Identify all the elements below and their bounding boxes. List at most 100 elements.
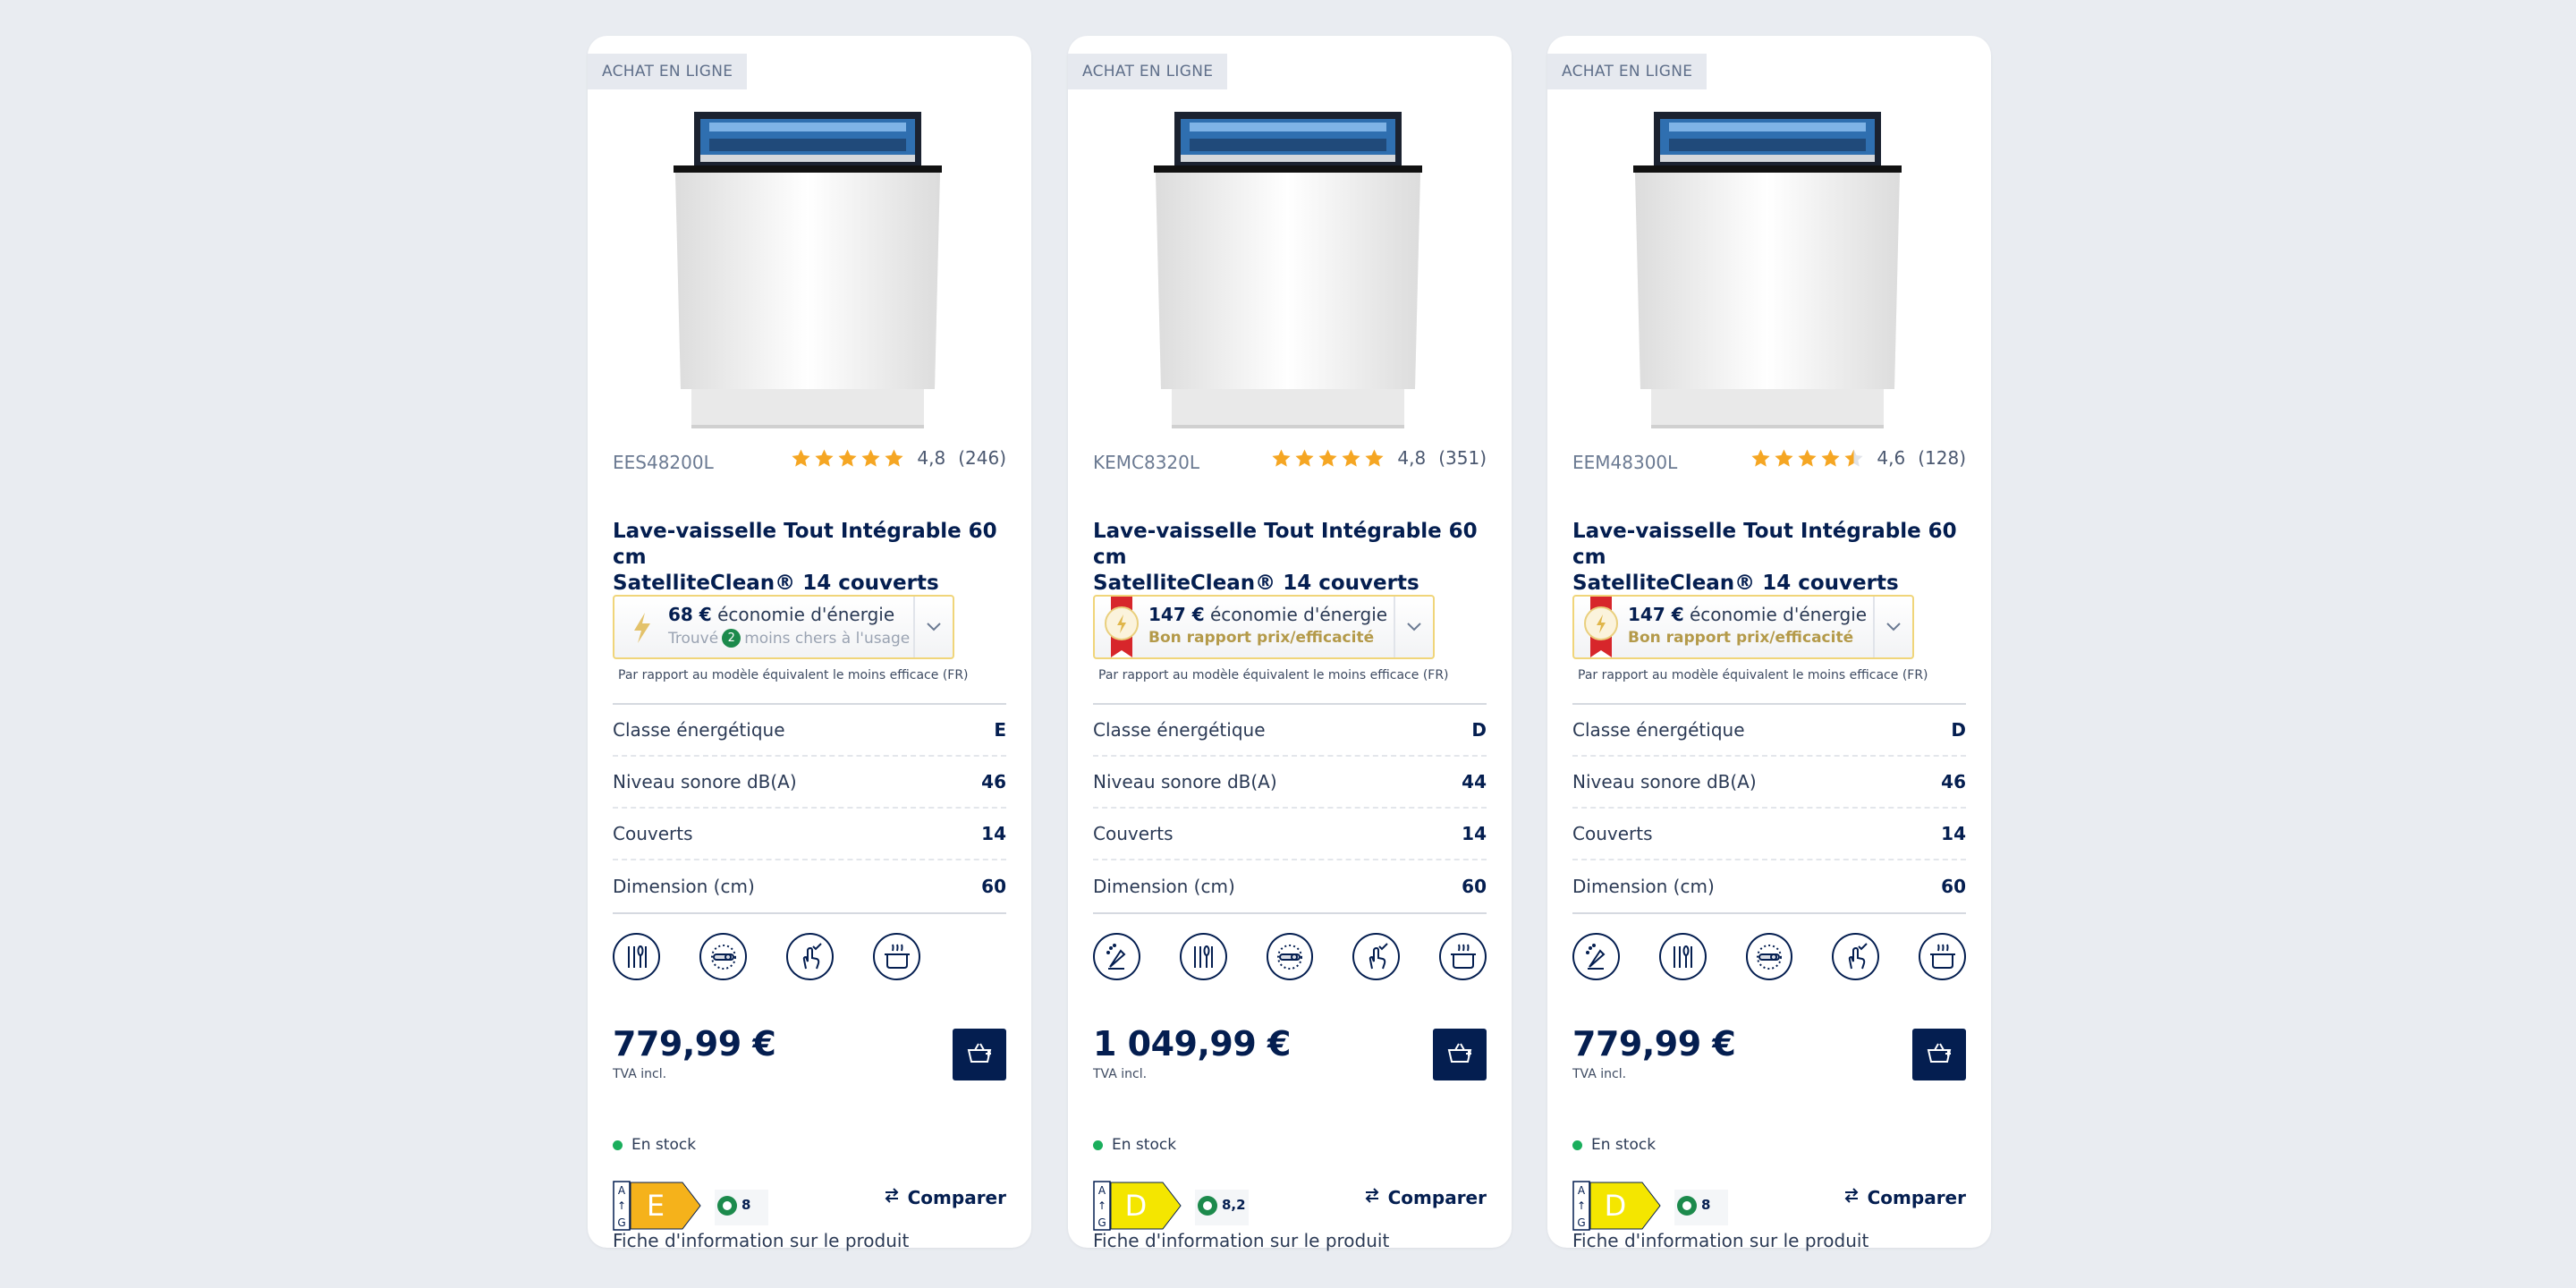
energy-savings-text: 68 € économie d'énergie Trouvé 2 moins che… bbox=[668, 597, 913, 657]
spec-row: Niveau sonore dB(A) 46 bbox=[613, 757, 1006, 809]
rating-stars bbox=[1750, 448, 1864, 469]
compare-button[interactable]: Comparer bbox=[883, 1186, 1006, 1208]
labels-row: A ↑ G D 8,2 Comparer bbox=[1093, 1181, 1487, 1231]
stock-status: En stock bbox=[1572, 1136, 1656, 1154]
compare-arrows-icon bbox=[1843, 1186, 1860, 1208]
energy-class-label[interactable]: A ↑ G D bbox=[1093, 1181, 1182, 1231]
chevron-down-icon[interactable] bbox=[913, 597, 953, 657]
energy-savings-text: 147 € économie d'énergie Bon rapport pri… bbox=[1148, 597, 1394, 657]
energy-savings-box[interactable]: 147 € économie d'énergie Bon rapport pri… bbox=[1093, 595, 1435, 659]
energy-note: Par rapport au modèle équivalent le moin… bbox=[618, 668, 969, 682]
title-line: SatelliteClean® 14 couverts bbox=[1093, 572, 1419, 595]
product-card[interactable]: ACHAT EN LIGNE KEMC8320L 4,8 (351) Lave-… bbox=[1068, 36, 1512, 1251]
star-icon bbox=[1843, 448, 1864, 469]
spec-row: Couverts 14 bbox=[1572, 809, 1966, 860]
touch-icon[interactable] bbox=[1832, 933, 1880, 980]
chevron-down-icon[interactable] bbox=[1394, 597, 1433, 657]
energy-class-letter: E bbox=[647, 1189, 665, 1223]
rating[interactable]: 4,8 (351) bbox=[1271, 447, 1487, 469]
star-icon bbox=[860, 448, 881, 469]
satellite-spray-icon[interactable] bbox=[1745, 933, 1793, 980]
product-info-link[interactable]: Fiche d'information sur le produit bbox=[1572, 1230, 1868, 1251]
cutlery-icon[interactable] bbox=[613, 933, 660, 980]
spec-row: Couverts 14 bbox=[1093, 809, 1487, 860]
product-image[interactable] bbox=[674, 112, 942, 452]
spec-row: Classe énergétique D bbox=[1093, 705, 1487, 757]
value-tag: Bon rapport prix/efficacité bbox=[1148, 629, 1375, 647]
spec-row: Dimension (cm) 60 bbox=[613, 860, 1006, 912]
svg-text:G: G bbox=[617, 1216, 625, 1229]
spec-value: D bbox=[1471, 719, 1487, 741]
title-line: SatelliteClean® 14 couverts bbox=[613, 572, 939, 595]
star-icon bbox=[1820, 448, 1841, 469]
cart-icon bbox=[1926, 1041, 1953, 1068]
pot-icon[interactable] bbox=[1439, 933, 1487, 980]
product-info-link[interactable]: Fiche d'information sur le produit bbox=[613, 1230, 909, 1251]
labels-row: A ↑ G E 8 Comparer bbox=[613, 1181, 1006, 1231]
spray-arm-icon[interactable] bbox=[1093, 933, 1140, 980]
energy-sub-pre: Trouvé bbox=[668, 629, 719, 648]
product-title[interactable]: Lave-vaisselle Tout Intégrable 60 cm Sat… bbox=[1572, 519, 1966, 597]
star-icon bbox=[1750, 448, 1771, 469]
product-image[interactable] bbox=[1154, 112, 1422, 452]
energy-savings-box[interactable]: 147 € économie d'énergie Bon rapport pri… bbox=[1572, 595, 1914, 659]
spec-row: Dimension (cm) 60 bbox=[1572, 860, 1966, 912]
star-icon bbox=[1294, 448, 1315, 469]
vat-note: TVA incl. bbox=[1572, 1067, 1627, 1081]
spec-row: Classe énergétique E bbox=[613, 705, 1006, 757]
spray-arm-icon[interactable] bbox=[1572, 933, 1620, 980]
product-price: 1 049,99 € bbox=[1093, 1024, 1291, 1063]
water-consumption-label: 8 bbox=[1674, 1190, 1728, 1225]
satellite-spray-icon[interactable] bbox=[699, 933, 747, 980]
product-card[interactable]: ACHAT EN LIGNE EES48200L 4,8 (246) Lave-… bbox=[588, 36, 1031, 1251]
add-to-cart-button[interactable] bbox=[1912, 1029, 1966, 1080]
product-card[interactable]: ACHAT EN LIGNE EEM48300L 4,6 (128) Lave-… bbox=[1547, 36, 1991, 1251]
spec-label: Niveau sonore dB(A) bbox=[1093, 771, 1277, 792]
pot-icon[interactable] bbox=[873, 933, 920, 980]
energy-class-letter: D bbox=[1605, 1189, 1627, 1223]
energy-savings-amount: 147 € bbox=[1148, 604, 1205, 625]
energy-subtext: Trouvé 2 moins chers à l'usage bbox=[668, 629, 913, 648]
compare-button[interactable]: Comparer bbox=[1363, 1186, 1487, 1208]
cutlery-icon[interactable] bbox=[1179, 933, 1227, 980]
star-icon bbox=[1774, 448, 1794, 469]
rating-value: 4,6 bbox=[1877, 447, 1906, 469]
spec-value: 60 bbox=[1462, 876, 1487, 897]
energy-class-label[interactable]: A ↑ G E bbox=[613, 1181, 702, 1231]
touch-icon[interactable] bbox=[1352, 933, 1401, 980]
compare-label: Comparer bbox=[1387, 1186, 1487, 1208]
rating[interactable]: 4,8 (246) bbox=[791, 447, 1006, 469]
cutlery-icon[interactable] bbox=[1658, 933, 1707, 980]
product-info-link[interactable]: Fiche d'information sur le produit bbox=[1093, 1230, 1389, 1251]
energy-class-label[interactable]: A ↑ G D bbox=[1572, 1181, 1662, 1231]
energy-savings-text: 147 € économie d'énergie Bon rapport pri… bbox=[1628, 597, 1873, 657]
stock-label: En stock bbox=[1112, 1136, 1177, 1154]
product-title[interactable]: Lave-vaisselle Tout Intégrable 60 cm Sat… bbox=[613, 519, 1006, 597]
rating-stars bbox=[1271, 448, 1385, 469]
energy-savings-amount: 147 € bbox=[1628, 604, 1684, 625]
pot-icon[interactable] bbox=[1919, 933, 1966, 980]
chevron-down-icon[interactable] bbox=[1873, 597, 1912, 657]
product-title[interactable]: Lave-vaisselle Tout Intégrable 60 cm Sat… bbox=[1093, 519, 1487, 597]
spec-table: Classe énergétique D Niveau sonore dB(A)… bbox=[1572, 703, 1966, 914]
rating[interactable]: 4,6 (128) bbox=[1750, 447, 1966, 469]
energy-savings-box[interactable]: 68 € économie d'énergie Trouvé 2 moins che… bbox=[613, 595, 954, 659]
energy-class-letter: D bbox=[1125, 1189, 1148, 1223]
energy-sub-post: moins chers à l'usage bbox=[744, 629, 911, 648]
svg-text:A: A bbox=[618, 1184, 626, 1197]
spec-value: 14 bbox=[1462, 823, 1487, 844]
compare-button[interactable]: Comparer bbox=[1843, 1186, 1966, 1208]
feature-icons bbox=[1572, 933, 1966, 980]
add-to-cart-button[interactable] bbox=[953, 1029, 1006, 1080]
svg-text:A: A bbox=[1098, 1184, 1106, 1197]
spec-label: Couverts bbox=[1572, 823, 1653, 844]
spec-value: 46 bbox=[1941, 771, 1966, 792]
product-image[interactable] bbox=[1633, 112, 1902, 452]
add-to-cart-button[interactable] bbox=[1433, 1029, 1487, 1080]
award-ribbon-icon bbox=[1574, 597, 1628, 657]
compare-arrows-icon bbox=[1363, 1186, 1381, 1208]
satellite-spray-icon[interactable] bbox=[1266, 933, 1314, 980]
touch-icon[interactable] bbox=[786, 933, 834, 980]
spec-label: Couverts bbox=[1093, 823, 1174, 844]
star-icon bbox=[884, 448, 904, 469]
